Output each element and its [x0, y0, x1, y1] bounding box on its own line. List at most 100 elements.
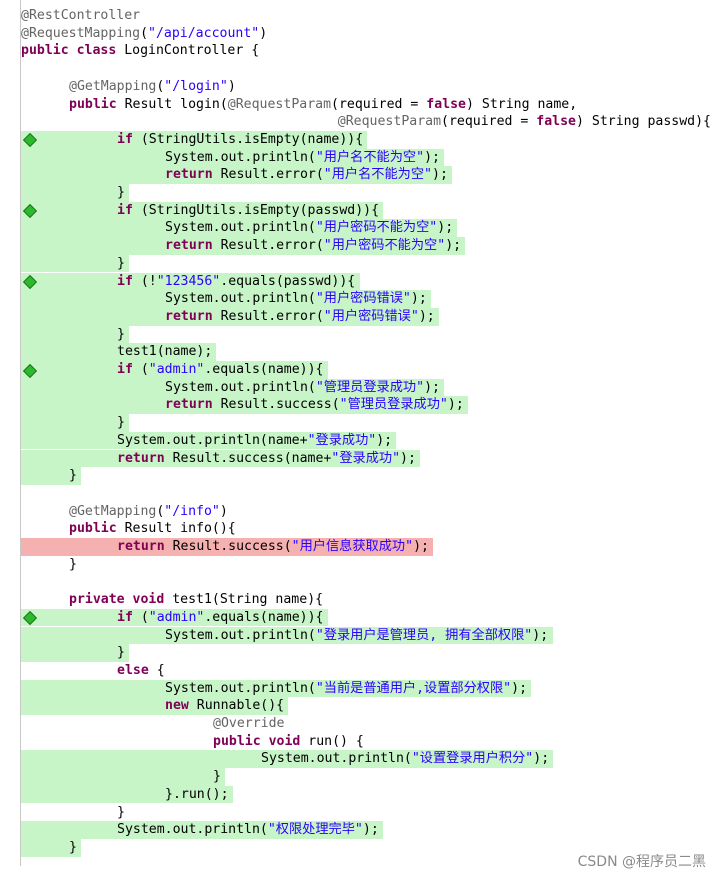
- code-line[interactable]: System.out.println("用户密码错误");: [165, 290, 427, 308]
- code-token: System.out.println(: [165, 149, 316, 165]
- code-token: return: [117, 450, 173, 466]
- code-line[interactable]: }: [213, 768, 221, 786]
- code-token: );: [413, 539, 429, 554]
- code-line[interactable]: else {: [117, 662, 165, 680]
- code-token: );: [532, 627, 549, 643]
- code-token: Result info(){: [124, 521, 236, 537]
- code-token: @Override: [213, 716, 285, 731]
- code-line[interactable]: }: [69, 839, 77, 857]
- code-token: LoginController {: [124, 43, 260, 59]
- code-token: "用户密码错误": [323, 308, 419, 324]
- code-token: );: [410, 291, 427, 307]
- code-line[interactable]: if (StringUtils.isEmpty(passwd)){: [117, 202, 379, 220]
- code-token: System.out.println(: [165, 680, 316, 696]
- code-line[interactable]: System.out.println("登录用户是管理员, 拥有全部权限");: [165, 627, 548, 645]
- code-token: "/info": [164, 503, 220, 519]
- code-token: "123456": [156, 273, 221, 289]
- code-line[interactable]: if (!"123456".equals(passwd)){: [117, 273, 355, 291]
- code-token: Result.error(: [220, 167, 324, 183]
- code-token: false: [536, 114, 576, 130]
- code-line[interactable]: }: [117, 255, 125, 273]
- code-token: if: [117, 131, 141, 147]
- code-line[interactable]: return Result.success("管理员登录成功");: [165, 396, 464, 414]
- code-token: "用户名不能为空": [315, 149, 425, 165]
- code-token: new: [165, 698, 197, 714]
- code-line[interactable]: }: [117, 184, 125, 202]
- code-token: "用户信息获取成功": [291, 539, 414, 554]
- code-token: (required =: [331, 96, 427, 112]
- code-line[interactable]: new Runnable(){: [165, 697, 284, 715]
- code-token: );: [445, 238, 462, 254]
- code-token: }: [69, 839, 77, 855]
- code-token: (: [140, 25, 149, 41]
- code-line[interactable]: @RestController: [21, 7, 140, 25]
- code-line[interactable]: return Result.error("用户名不能为空");: [165, 166, 448, 184]
- code-token: else: [117, 662, 157, 678]
- code-token: return: [165, 238, 221, 254]
- code-token: "权限处理完毕": [267, 822, 363, 838]
- code-line[interactable]: public void run() {: [213, 733, 364, 751]
- code-token: "用户名不能为空": [323, 167, 432, 183]
- code-token: return: [165, 308, 221, 324]
- code-line[interactable]: public Result login(@RequestParam(requir…: [69, 96, 577, 114]
- code-token: }: [69, 556, 77, 572]
- code-line[interactable]: }: [117, 804, 125, 822]
- code-token: }: [213, 769, 221, 785]
- code-token: @RestController: [21, 8, 141, 23]
- code-line[interactable]: @Override: [213, 715, 284, 733]
- code-token: {: [156, 662, 165, 678]
- code-token: ) String passwd){: [576, 114, 711, 130]
- code-token: public class: [21, 43, 125, 59]
- code-token: public: [69, 521, 125, 537]
- code-line[interactable]: }: [117, 326, 125, 344]
- code-token: );: [418, 308, 435, 324]
- code-token: System.out.println(: [261, 751, 412, 767]
- code-line[interactable]: @GetMapping("/login"): [69, 78, 236, 96]
- code-token: System.out.println(: [165, 627, 316, 643]
- code-line[interactable]: }: [117, 644, 125, 662]
- code-line[interactable]: System.out.println(name+"登录成功");: [117, 432, 392, 450]
- code-token: (required =: [441, 114, 537, 130]
- code-token: return: [117, 539, 173, 554]
- code-editor[interactable]: @RestController @RequestMapping("/api/acc…: [0, 0, 720, 879]
- code-line[interactable]: System.out.println("用户名不能为空");: [165, 149, 440, 167]
- code-line[interactable]: public Result info(){: [69, 520, 236, 538]
- code-line[interactable]: System.out.println("当前是普通用户,设置部分权限");: [165, 680, 527, 698]
- code-line[interactable]: return Result.error("用户密码不能为空");: [165, 237, 461, 255]
- code-token: return: [165, 397, 221, 413]
- code-token: );: [437, 220, 454, 236]
- code-token: );: [424, 379, 440, 395]
- code-line[interactable]: @RequestParam(required = false) String p…: [338, 113, 711, 131]
- code-line[interactable]: System.out.println("用户密码不能为空");: [165, 219, 453, 237]
- code-line[interactable]: System.out.println("权限处理完毕");: [117, 821, 379, 839]
- code-line[interactable]: System.out.println("设置登录用户积分");: [261, 750, 549, 768]
- covered-line-highlight: [21, 325, 129, 344]
- code-line[interactable]: if ("admin".equals(name)){: [117, 361, 323, 379]
- code-token: (StringUtils.isEmpty(passwd)){: [140, 202, 380, 218]
- code-line[interactable]: }: [69, 556, 77, 574]
- code-line[interactable]: if (StringUtils.isEmpty(name)){: [117, 131, 363, 149]
- code-line[interactable]: public class LoginController {: [21, 42, 259, 60]
- code-line[interactable]: System.out.println("管理员登录成功");: [165, 379, 440, 397]
- code-token: "/api/account": [148, 25, 260, 41]
- code-line[interactable]: return Result.error("用户密码错误");: [165, 308, 435, 326]
- code-line[interactable]: }: [69, 467, 77, 485]
- code-line[interactable]: if ("admin".equals(name)){: [117, 609, 323, 627]
- code-line[interactable]: }: [117, 414, 125, 432]
- code-line[interactable]: return Result.success("用户信息获取成功");: [117, 538, 429, 556]
- code-token: "admin": [148, 609, 205, 625]
- code-line[interactable]: private void test1(String name){: [69, 591, 323, 609]
- code-line[interactable]: @RequestMapping("/api/account"): [21, 25, 267, 43]
- code-token: );: [533, 751, 550, 767]
- code-token: System.out.println(: [165, 379, 316, 395]
- code-token: "登录成功": [331, 450, 401, 466]
- code-token: Result.success(: [172, 539, 292, 554]
- code-token: );: [400, 450, 416, 466]
- code-token: "登录成功": [307, 432, 377, 448]
- code-line[interactable]: return Result.success(name+"登录成功");: [117, 450, 416, 468]
- code-token: ): [227, 78, 236, 94]
- code-line[interactable]: }.run();: [165, 786, 229, 804]
- code-line[interactable]: @GetMapping("/info"): [69, 503, 228, 521]
- code-line[interactable]: test1(name);: [117, 343, 212, 361]
- code-token: if: [117, 273, 141, 289]
